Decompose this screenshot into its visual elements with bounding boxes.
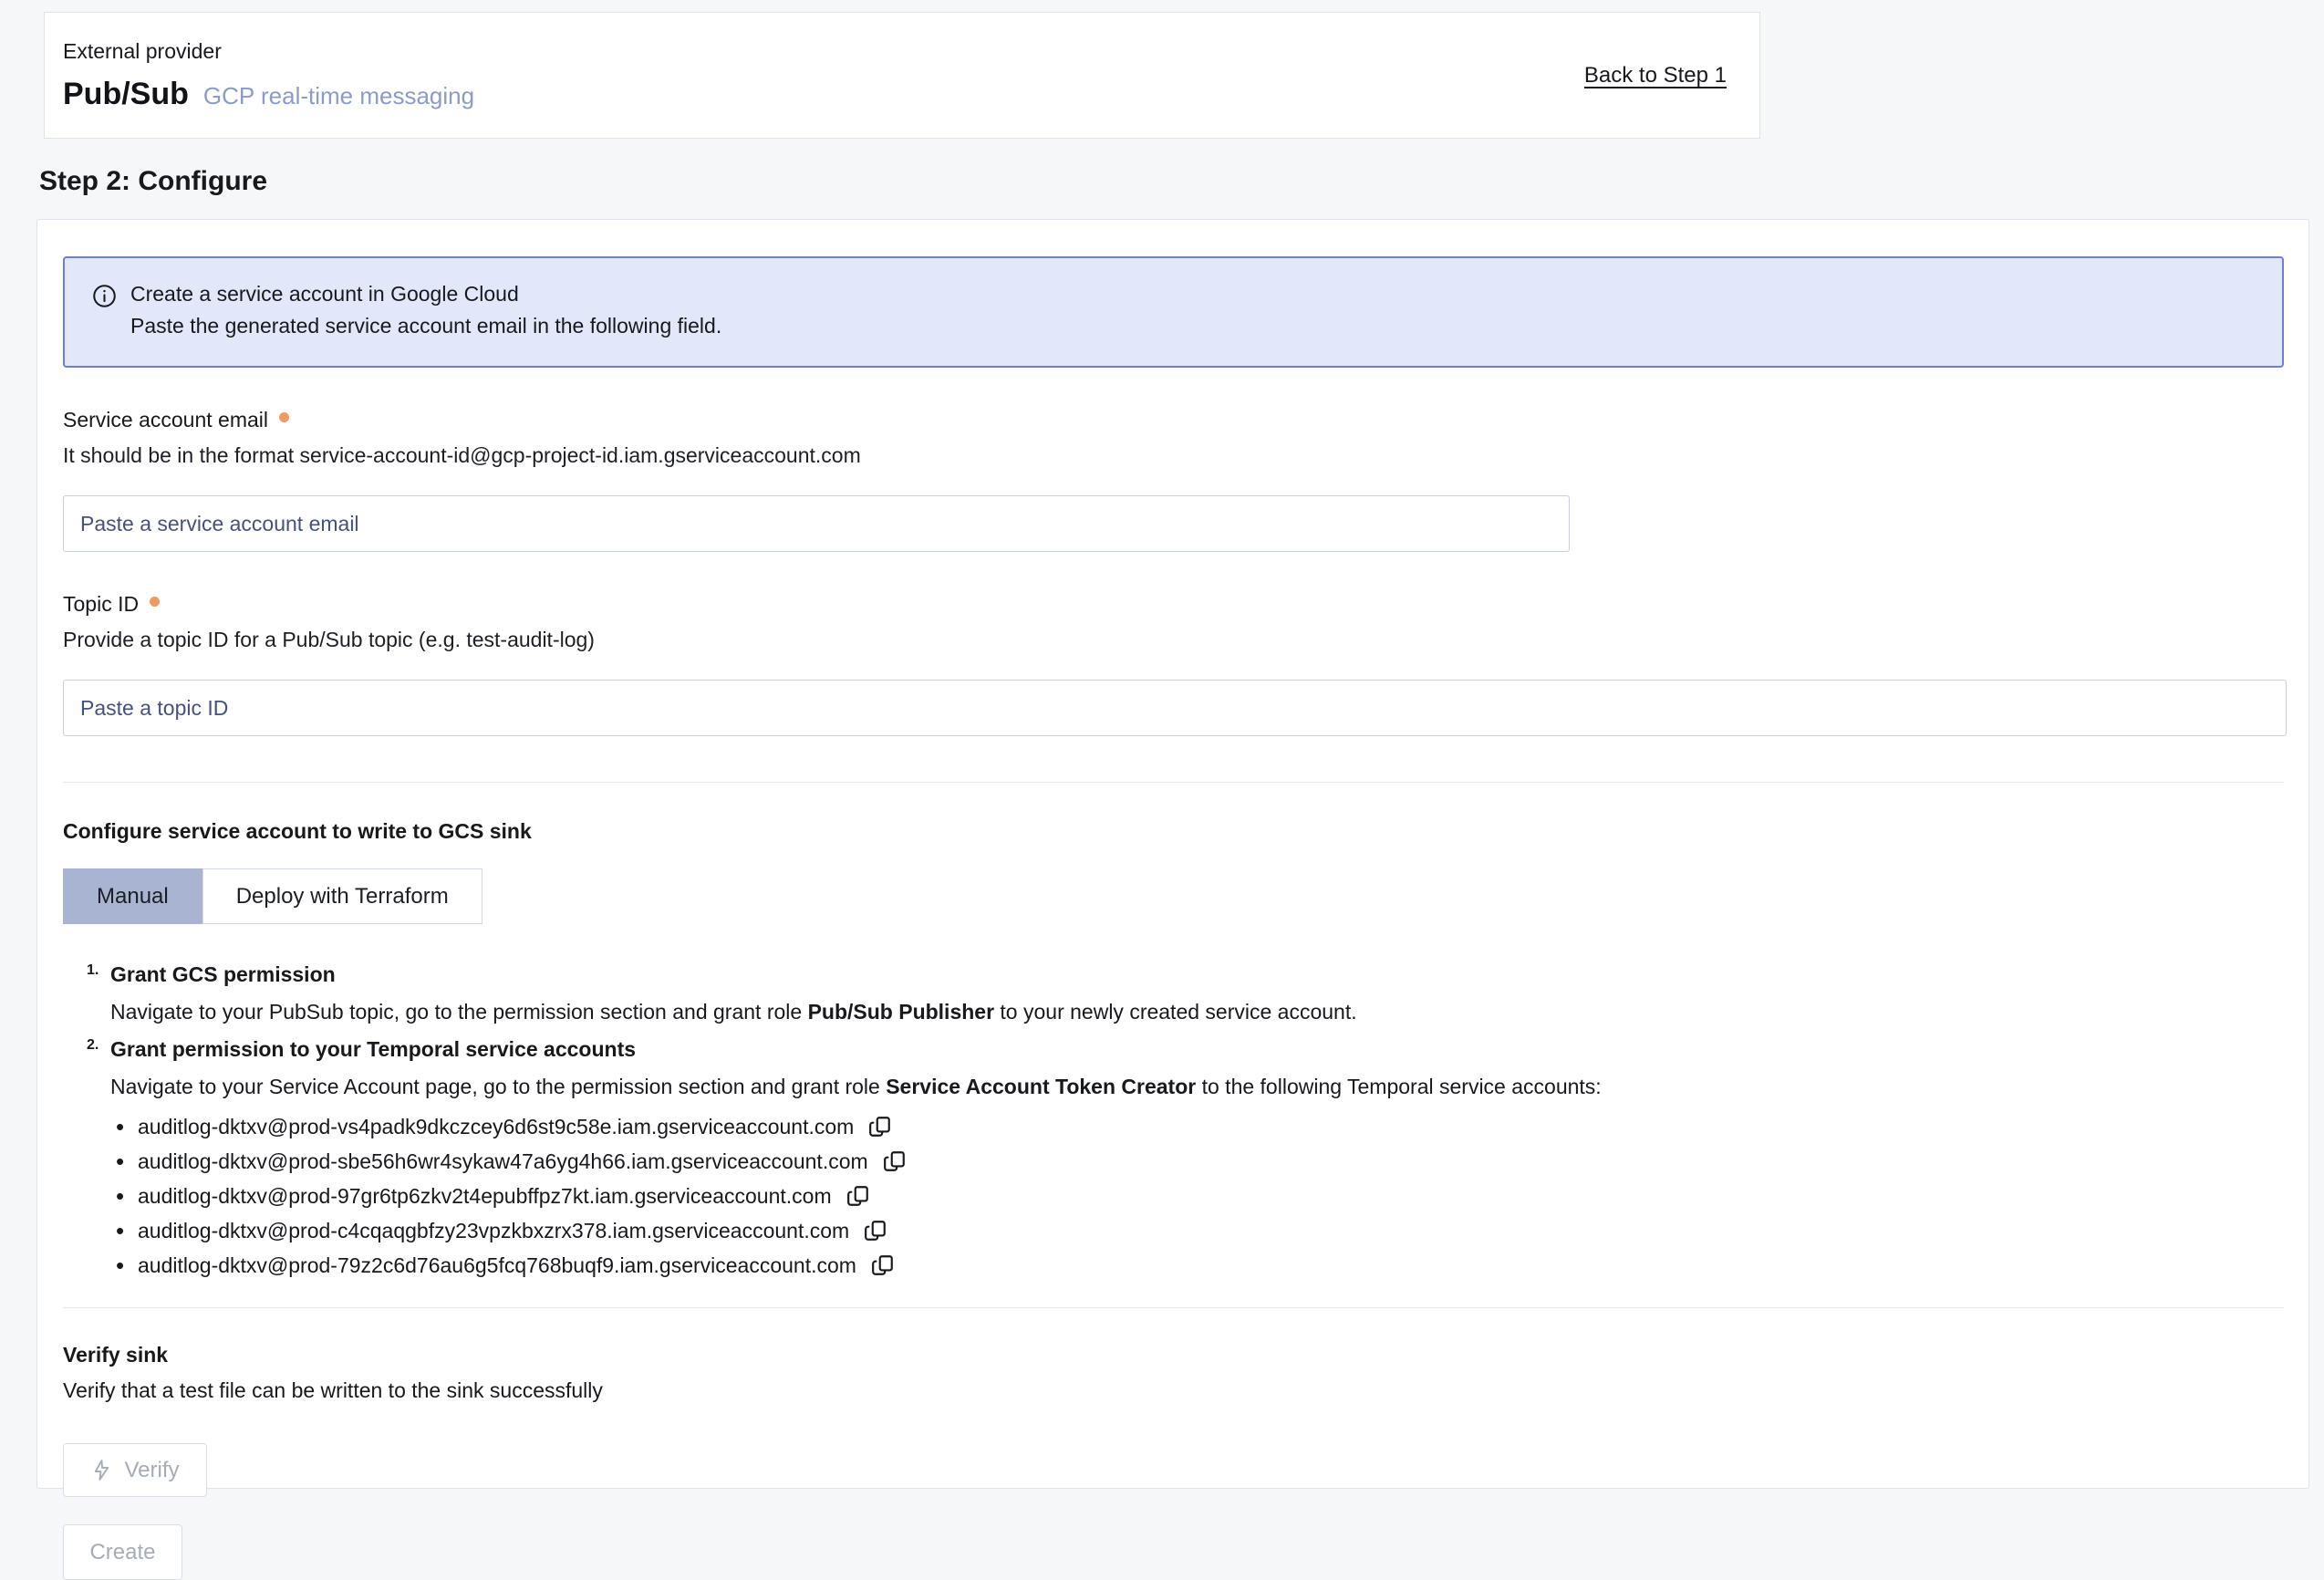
provider-card: External provider Pub/Sub GCP real-time …	[44, 12, 1760, 139]
page-title: Step 2: Configure	[39, 166, 267, 197]
step-number: 1.	[87, 962, 99, 979]
step-item-2: 2. Grant permission to your Temporal ser…	[110, 1037, 2284, 1276]
configure-section-heading: Configure service account to write to GC…	[63, 819, 2284, 844]
temporal-service-accounts-list: auditlog-dktxv@prod-vs4padk9dkczcey6d6st…	[110, 1116, 2284, 1276]
service-account-row: auditlog-dktxv@prod-vs4padk9dkczcey6d6st…	[138, 1116, 2284, 1138]
lightning-bolt-icon	[90, 1459, 113, 1481]
back-to-step1-link[interactable]: Back to Step 1	[1584, 63, 1727, 88]
create-button[interactable]: Create	[63, 1524, 182, 1580]
configure-tabs: Manual Deploy with Terraform	[63, 868, 2284, 924]
provider-eyebrow: External provider	[63, 39, 474, 64]
copy-icon[interactable]	[881, 1148, 908, 1175]
step-number: 2.	[87, 1037, 99, 1054]
service-account-row: auditlog-dktxv@prod-97gr6tp6zkv2t4epubff…	[138, 1185, 2284, 1207]
step-body: Navigate to your PubSub topic, go to the…	[110, 1000, 2284, 1024]
service-account-email: auditlog-dktxv@prod-vs4padk9dkczcey6d6st…	[138, 1115, 854, 1139]
service-account-email-field-group: Service account email It should be in th…	[63, 408, 2284, 552]
step-title: Grant GCS permission	[110, 962, 2284, 987]
service-account-email: auditlog-dktxv@prod-97gr6tp6zkv2t4epubff…	[138, 1184, 832, 1209]
service-account-row: auditlog-dktxv@prod-79z2c6d76au6g5fcq768…	[138, 1254, 2284, 1276]
verify-sink-heading: Verify sink	[63, 1343, 2284, 1367]
create-button-label: Create	[89, 1540, 155, 1565]
service-account-email-input[interactable]	[63, 495, 1570, 552]
service-account-email-helper: It should be in the format service-accou…	[63, 443, 2284, 468]
tab-manual[interactable]: Manual	[63, 868, 202, 924]
service-account-row: auditlog-dktxv@prod-sbe56h6wr4sykaw47a6y…	[138, 1150, 2284, 1172]
info-icon	[92, 284, 117, 308]
verify-button[interactable]: Verify	[63, 1443, 207, 1497]
role-name: Service Account Token Creator	[886, 1075, 1196, 1098]
section-divider	[63, 782, 2284, 783]
step-item-1: 1. Grant GCS permission Navigate to your…	[110, 962, 2284, 1024]
provider-title: Pub/Sub	[63, 77, 189, 112]
tab-deploy-with-terraform[interactable]: Deploy with Terraform	[202, 868, 482, 924]
manual-steps-list: 1. Grant GCS permission Navigate to your…	[63, 962, 2284, 1276]
step-body: Navigate to your Service Account page, g…	[110, 1075, 2284, 1099]
section-divider	[63, 1307, 2284, 1308]
service-account-email-label: Service account email	[63, 408, 268, 432]
provider-info: External provider Pub/Sub GCP real-time …	[63, 39, 474, 112]
required-indicator-dot	[279, 412, 289, 422]
required-indicator-dot	[150, 597, 160, 607]
role-name: Pub/Sub Publisher	[808, 1000, 994, 1024]
service-account-email: auditlog-dktxv@prod-c4cqaqgbfzy23vpzkbxz…	[138, 1219, 849, 1243]
topic-id-label: Topic ID	[63, 592, 139, 617]
copy-icon[interactable]	[866, 1113, 894, 1140]
alert-body: Paste the generated service account emai…	[130, 314, 721, 338]
info-alert: Create a service account in Google Cloud…	[63, 256, 2284, 368]
topic-id-input[interactable]	[63, 680, 2287, 736]
copy-icon[interactable]	[862, 1217, 889, 1244]
topic-id-helper: Provide a topic ID for a Pub/Sub topic (…	[63, 628, 2284, 652]
configure-card: Create a service account in Google Cloud…	[36, 219, 2309, 1489]
topic-id-field-group: Topic ID Provide a topic ID for a Pub/Su…	[63, 592, 2284, 736]
verify-sink-description: Verify that a test file can be written t…	[63, 1378, 2284, 1403]
copy-icon[interactable]	[869, 1252, 897, 1279]
service-account-email: auditlog-dktxv@prod-79z2c6d76au6g5fcq768…	[138, 1253, 856, 1278]
alert-title: Create a service account in Google Cloud	[130, 282, 721, 307]
verify-button-label: Verify	[124, 1458, 179, 1483]
provider-subtitle: GCP real-time messaging	[203, 82, 474, 110]
service-account-email: auditlog-dktxv@prod-sbe56h6wr4sykaw47a6y…	[138, 1149, 868, 1174]
copy-icon[interactable]	[845, 1182, 872, 1210]
service-account-row: auditlog-dktxv@prod-c4cqaqgbfzy23vpzkbxz…	[138, 1220, 2284, 1242]
step-title: Grant permission to your Temporal servic…	[110, 1037, 2284, 1062]
